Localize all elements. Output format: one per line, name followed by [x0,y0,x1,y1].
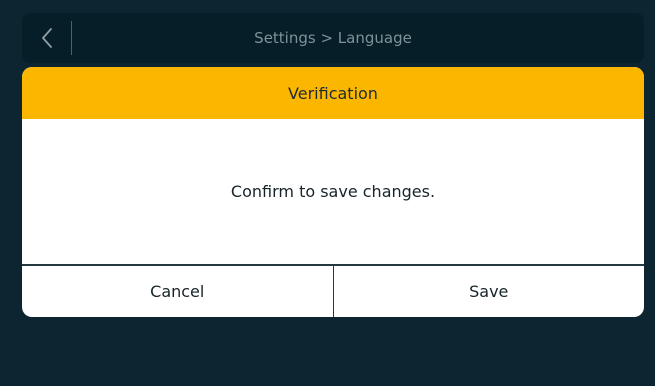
dialog-message: Confirm to save changes. [230,182,436,201]
dialog-title: Verification [22,67,644,119]
chevron-left-icon [42,28,52,48]
top-bar: Settings > Language [22,13,644,63]
save-button[interactable]: Save [334,266,645,317]
page-title: Settings > Language [254,29,412,47]
back-button[interactable] [22,13,72,63]
dialog-actions: Cancel Save [22,264,644,317]
cancel-button[interactable]: Cancel [22,266,333,317]
screen: Settings > Language Verification Confirm… [0,0,655,386]
verification-dialog: Verification Confirm to save changes. Ca… [22,67,644,317]
back-divider [71,21,72,55]
